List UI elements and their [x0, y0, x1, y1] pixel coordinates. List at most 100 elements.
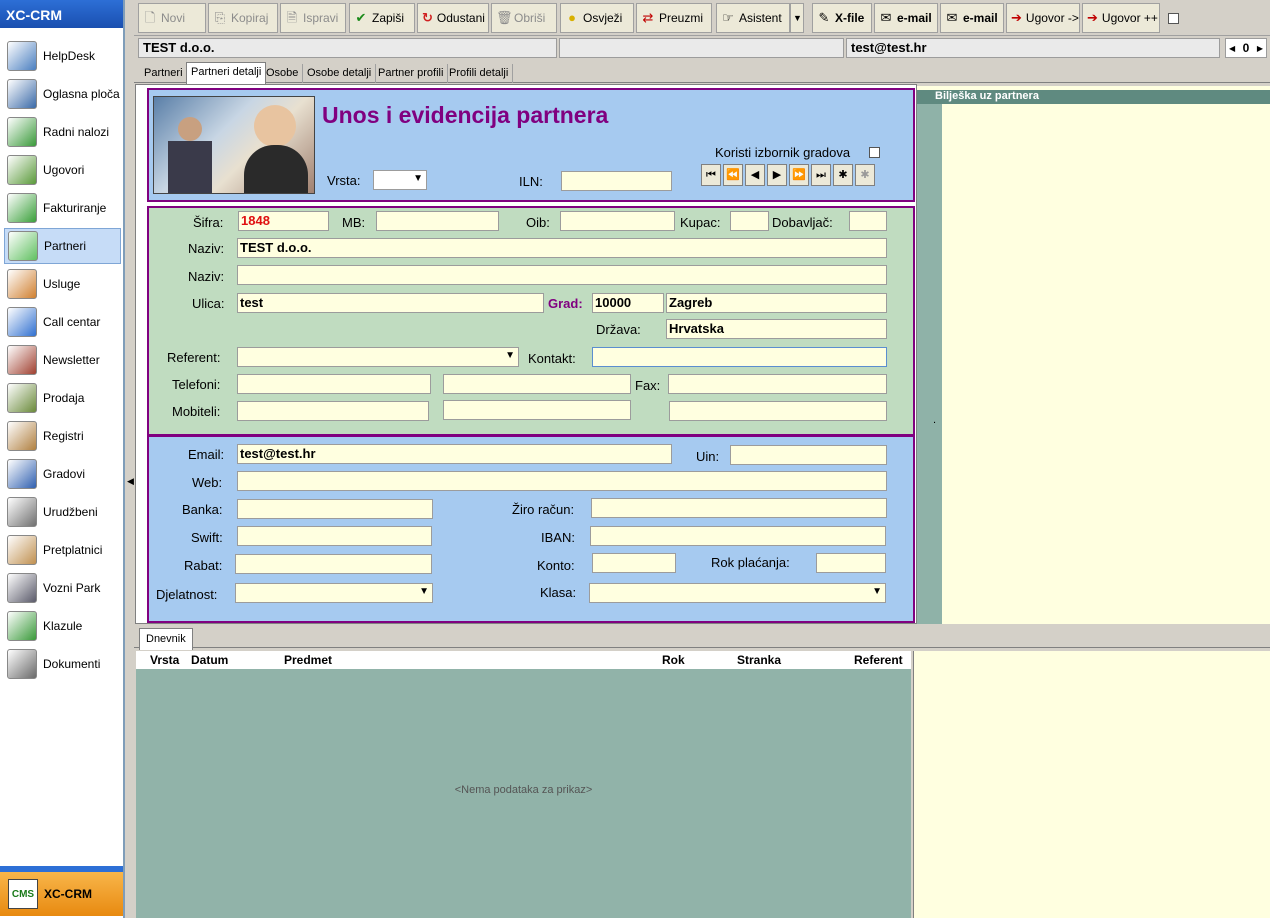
sidebar-collapse-splitter[interactable]: ◀: [125, 0, 134, 918]
vrsta-select[interactable]: [373, 170, 427, 190]
tab-osobe-detalji[interactable]: Osobe detalji: [303, 64, 377, 83]
sidebar-item-radni-nalozi[interactable]: Radni nalozi: [4, 114, 121, 150]
sidebar-item-partneri[interactable]: Partneri: [4, 228, 121, 264]
tab-dnevnik[interactable]: Dnevnik: [139, 628, 193, 650]
new-button[interactable]: 🗋 Novi: [138, 3, 206, 33]
referent-select[interactable]: [237, 347, 519, 367]
assistant-dropdown-button[interactable]: ▼: [790, 3, 804, 33]
column-datum[interactable]: Datum: [191, 653, 228, 667]
sidebar-item-dokumenti[interactable]: Dokumenti: [4, 646, 121, 682]
delete-record-icon[interactable]: ✱: [855, 164, 875, 186]
sidebar-item-prodaja[interactable]: Prodaja: [4, 380, 121, 416]
kupac-input[interactable]: [730, 211, 769, 231]
column-referent[interactable]: Referent: [854, 653, 903, 667]
chevron-left-icon[interactable]: ◀: [1229, 44, 1235, 53]
email-input[interactable]: test@test.hr: [237, 444, 672, 464]
rok-input[interactable]: [816, 553, 886, 573]
ulica-input[interactable]: test: [237, 293, 544, 313]
sidebar-item-klazule[interactable]: Klazule: [4, 608, 121, 644]
contract-add-button[interactable]: ➔ Ugovor ++: [1082, 3, 1160, 33]
sidebar-item-urud-beni[interactable]: Urudžbeni: [4, 494, 121, 530]
telefon1-input[interactable]: [237, 374, 431, 394]
collapse-left-icon[interactable]: ◀: [127, 476, 134, 487]
assistant-button[interactable]: ☞ Asistent: [716, 3, 790, 33]
mb-input[interactable]: [376, 211, 499, 231]
sidebar-item-helpdesk[interactable]: HelpDesk: [4, 38, 121, 74]
sidebar-item-pretplatnici[interactable]: Pretplatnici: [4, 532, 121, 568]
chevron-right-icon[interactable]: ▶: [1257, 44, 1263, 53]
record-counter[interactable]: ◀ 0 ▶: [1225, 38, 1267, 58]
web-input[interactable]: [237, 471, 887, 491]
sidebar-item-registri[interactable]: Registri: [4, 418, 121, 454]
grad-label[interactable]: Grad:: [548, 296, 583, 311]
sidebar-item-oglasna-plo-a[interactable]: Oglasna ploča: [4, 76, 121, 112]
next-page-icon[interactable]: ⏩: [789, 164, 809, 186]
kontakt-input[interactable]: [592, 347, 887, 367]
uin-input[interactable]: [730, 445, 887, 465]
tab-partneri-detalji[interactable]: Partneri detalji: [186, 62, 267, 84]
partner-note-area[interactable]: [917, 86, 1270, 624]
mobitel1-input[interactable]: [237, 401, 429, 421]
iln-input[interactable]: [561, 171, 672, 191]
iban-label: IBAN:: [541, 530, 575, 545]
postal-code-input[interactable]: 10000: [592, 293, 664, 313]
edit-button[interactable]: 🗎 Ispravi: [280, 3, 346, 33]
save-button[interactable]: ✔ Zapiši: [349, 3, 415, 33]
mobitel2-input[interactable]: [443, 400, 631, 420]
sidebar-item-call-centar[interactable]: Call centar: [4, 304, 121, 340]
refresh-button[interactable]: ● Osvježi: [560, 3, 634, 33]
sidebar-item-label: Klazule: [43, 619, 83, 633]
column-vrsta[interactable]: Vrsta: [150, 653, 179, 667]
copy-button[interactable]: ⎘ Kopiraj: [208, 3, 278, 33]
first-record-icon[interactable]: ⏮: [701, 164, 721, 186]
sidebar-item-vozni-park[interactable]: Vozni Park: [4, 570, 121, 606]
new-record-icon[interactable]: ✱: [833, 164, 853, 186]
konto-input[interactable]: [592, 553, 676, 573]
tab-partner-profili[interactable]: Partner profili: [374, 64, 449, 83]
banka-input[interactable]: [237, 499, 433, 519]
column-predmet[interactable]: Predmet: [284, 653, 332, 667]
toolbar-checkbox[interactable]: [1168, 13, 1179, 24]
sidebar-item-label: Pretplatnici: [43, 543, 103, 557]
contract-transfer-button[interactable]: ➔ Ugovor ->: [1006, 3, 1080, 33]
iban-input[interactable]: [590, 526, 886, 546]
klasa-select[interactable]: [589, 583, 886, 603]
ziro-input[interactable]: [591, 498, 887, 518]
sidebar-item-ugovori[interactable]: Ugovori: [4, 152, 121, 188]
tab-profili-detalji[interactable]: Profili detalji: [445, 64, 514, 83]
rabat-input[interactable]: [235, 554, 432, 574]
delete-button[interactable]: 🗑 Obriši: [491, 3, 557, 33]
mobitel3-input[interactable]: [669, 401, 887, 421]
drzava-input[interactable]: Hrvatska: [666, 319, 887, 339]
fax-input[interactable]: [668, 374, 887, 394]
sidebar-item-gradovi[interactable]: Gradovi: [4, 456, 121, 492]
sidebar-item-usluge[interactable]: Usluge: [4, 266, 121, 302]
email-send-button[interactable]: ✉ e-mail: [940, 3, 1004, 33]
import-button[interactable]: ⇄ Preuzmi: [636, 3, 712, 33]
dnevnik-detail-area[interactable]: [913, 651, 1270, 918]
sidebar-item-fakturiranje[interactable]: Fakturiranje: [4, 190, 121, 226]
xfile-button[interactable]: ✎ X-file: [812, 3, 872, 33]
last-record-icon[interactable]: ⏭: [811, 164, 831, 186]
prev-page-icon[interactable]: ⏪: [723, 164, 743, 186]
column-stranka[interactable]: Stranka: [737, 653, 781, 667]
cancel-button[interactable]: ↻ Odustani: [417, 3, 489, 33]
tab-osobe[interactable]: Osobe: [262, 64, 304, 83]
email-button[interactable]: ✉ e-mail: [874, 3, 938, 33]
city-picker-checkbox[interactable]: [869, 147, 880, 158]
telefon2-input[interactable]: [443, 374, 631, 394]
tab-partneri[interactable]: Partneri: [140, 64, 188, 83]
swift-input[interactable]: [237, 526, 432, 546]
oib-input[interactable]: [560, 211, 675, 231]
djelatnost-select[interactable]: [235, 583, 433, 603]
naziv2-input[interactable]: [237, 265, 887, 285]
prev-record-icon[interactable]: ◀: [745, 164, 765, 186]
dobavljac-input[interactable]: [849, 211, 887, 231]
grad-input[interactable]: Zagreb: [666, 293, 887, 313]
sidebar-item-newsletter[interactable]: Newsletter: [4, 342, 121, 378]
sifra-input[interactable]: 1848: [238, 211, 329, 231]
column-rok[interactable]: Rok: [662, 653, 685, 667]
naziv-input[interactable]: TEST d.o.o.: [237, 238, 887, 258]
sidebar-footer-button[interactable]: CMS XC-CRM: [0, 872, 123, 916]
next-record-icon[interactable]: ▶: [767, 164, 787, 186]
